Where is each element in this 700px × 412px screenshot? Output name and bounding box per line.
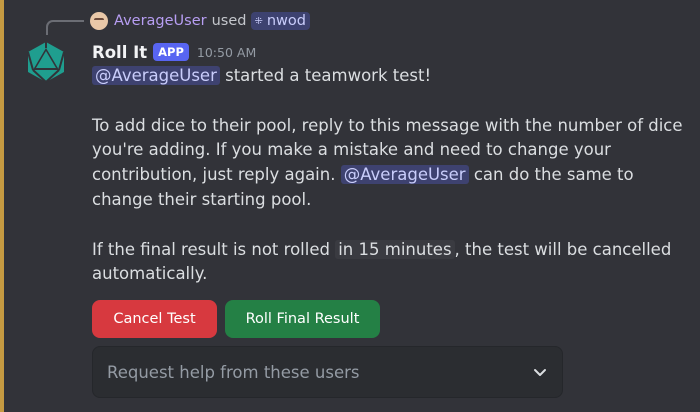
- cancel-test-button[interactable]: Cancel Test: [92, 300, 217, 338]
- app-badge: APP: [153, 43, 189, 61]
- reply-username[interactable]: AverageUser: [114, 13, 207, 29]
- roll-final-result-button[interactable]: Roll Final Result: [225, 300, 380, 338]
- action-row: Cancel Test Roll Final Result: [92, 300, 380, 338]
- message-content: @AverageUser started a teamwork test! To…: [92, 64, 697, 287]
- app-command-icon: ⁜: [254, 15, 263, 27]
- user-mention[interactable]: @AverageUser: [340, 165, 469, 185]
- chevron-down-icon: [534, 369, 546, 376]
- d20-dice-icon[interactable]: [24, 40, 68, 84]
- command-chip[interactable]: ⁜ nwod: [251, 12, 310, 30]
- reply-used-text: used: [211, 13, 247, 29]
- author-name[interactable]: Roll It: [92, 43, 147, 62]
- command-reply-line[interactable]: AverageUser used ⁜ nwod: [90, 10, 310, 32]
- message-text: If the final result is not rolled: [92, 239, 336, 259]
- reply-connector: [46, 20, 84, 35]
- message-text: started a teamwork test!: [219, 66, 432, 85]
- request-help-select[interactable]: Request help from these users: [92, 346, 563, 398]
- message-paragraph-3: If the final result is not rolled in 15 …: [92, 238, 697, 288]
- user-mention[interactable]: @AverageUser: [92, 66, 220, 85]
- relative-time-chip[interactable]: in 15 minutes: [335, 239, 455, 259]
- message-highlight-bar: [0, 0, 4, 412]
- message-header: Roll It APP 10:50 AM: [92, 40, 256, 64]
- select-placeholder: Request help from these users: [107, 362, 360, 382]
- message-timestamp[interactable]: 10:50 AM: [197, 45, 256, 60]
- command-name: nwod: [266, 13, 306, 29]
- message-paragraph-2: To add dice to their pool, reply to this…: [92, 114, 697, 213]
- message-line-1: @AverageUser started a teamwork test!: [92, 64, 697, 89]
- reply-user-avatar[interactable]: [90, 12, 108, 30]
